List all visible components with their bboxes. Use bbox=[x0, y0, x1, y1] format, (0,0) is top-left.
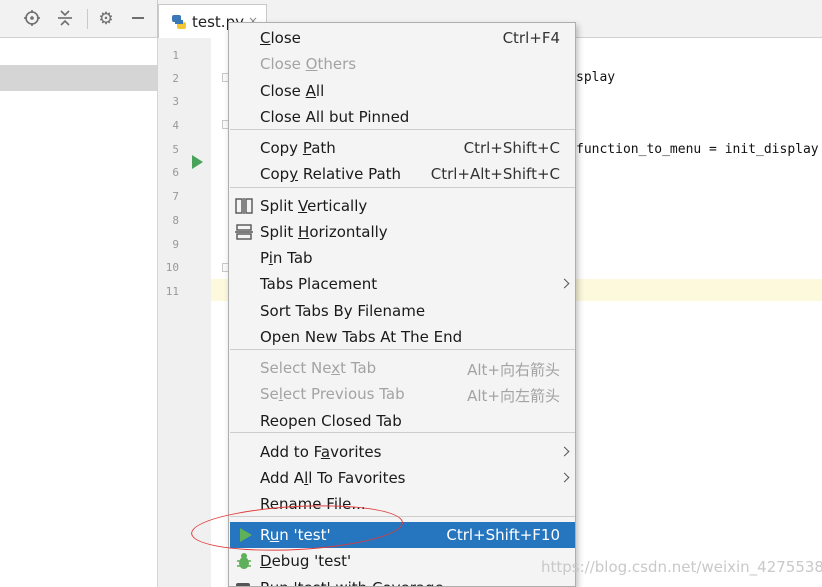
menu-item-run-test-with-coverage[interactable]: Run 'test' with Coverage bbox=[230, 575, 575, 586]
line-number: 2 bbox=[172, 72, 179, 85]
submenu-arrow-icon bbox=[559, 446, 570, 457]
menu-item-close[interactable]: Close Ctrl+F4 bbox=[230, 25, 575, 51]
menu-item-label: Run 'test' with Coverage bbox=[260, 579, 444, 586]
menu-separator bbox=[230, 187, 575, 188]
menu-item-select-next-tab[interactable]: Select Next Tab Alt+向右箭头 bbox=[230, 355, 575, 381]
menu-item-label: Open New Tabs At The End bbox=[260, 328, 463, 346]
menu-item-close-all[interactable]: Close All bbox=[230, 78, 575, 104]
menu-item-label: Copy Relative Path bbox=[260, 165, 402, 183]
menu-item-label: Select Previous Tab bbox=[260, 385, 405, 403]
menu-item-label: Split Horizontally bbox=[260, 223, 388, 241]
menu-item-shortcut: Ctrl+Shift+C bbox=[463, 139, 560, 157]
line-number: 1 bbox=[172, 49, 179, 62]
line-number: 5 bbox=[172, 143, 179, 156]
menu-item-split-horizontally[interactable]: Split Horizontally bbox=[230, 219, 575, 245]
debug-icon bbox=[237, 553, 251, 569]
line-number: 9 bbox=[172, 238, 179, 251]
menu-item-close-all-but-pinned[interactable]: Close All but Pinned bbox=[230, 104, 575, 130]
menu-item-label: Close bbox=[260, 29, 301, 47]
menu-item-shortcut: Alt+向右箭头 bbox=[467, 361, 560, 379]
menu-item-label: Close All but Pinned bbox=[260, 108, 410, 126]
menu-item-reopen-closed-tab[interactable]: Reopen Closed Tab bbox=[230, 408, 575, 434]
menu-item-close-others[interactable]: Close Others bbox=[230, 51, 575, 77]
collapse-icon[interactable] bbox=[55, 9, 75, 29]
menu-item-label: Split Vertically bbox=[260, 197, 368, 215]
menu-item-label: Pin Tab bbox=[260, 249, 313, 267]
code-line-2: splay bbox=[576, 70, 616, 85]
menu-item-label: Copy Path bbox=[260, 139, 336, 157]
submenu-arrow-icon bbox=[559, 278, 570, 289]
project-toolbar: ⚙ bbox=[0, 0, 157, 38]
python-file-icon bbox=[172, 15, 186, 29]
tab-context-menu: Close Ctrl+F4 Close Others Close All Close A… bbox=[228, 22, 576, 587]
menu-item-open-new-tabs-at-the-end[interactable]: Open New Tabs At The End bbox=[230, 324, 575, 350]
menu-item-label: Add All To Favorites bbox=[260, 469, 406, 487]
split-horizontal-icon bbox=[235, 224, 253, 240]
current-line-gutter bbox=[211, 279, 229, 301]
menu-item-split-vertically[interactable]: Split Vertically bbox=[230, 193, 575, 219]
line-number: 11 bbox=[165, 285, 179, 298]
locate-icon[interactable] bbox=[22, 9, 42, 29]
menu-item-pin-tab[interactable]: Pin Tab bbox=[230, 245, 575, 271]
line-number: 3 bbox=[172, 95, 179, 108]
coverage-icon bbox=[236, 583, 250, 586]
menu-item-copy-path[interactable]: Copy Path Ctrl+Shift+C bbox=[230, 135, 575, 161]
line-number: 4 bbox=[172, 119, 179, 132]
watermark: https://blog.csdn.net/weixin_42755384 bbox=[541, 558, 822, 576]
menu-item-label: Reopen Closed Tab bbox=[260, 412, 402, 430]
menu-item-copy-relative-path[interactable]: Copy Relative Path Ctrl+Alt+Shift+C bbox=[230, 161, 575, 187]
line-number: 8 bbox=[172, 214, 179, 227]
line-number: 7 bbox=[172, 190, 179, 203]
menu-item-select-previous-tab[interactable]: Select Previous Tab Alt+向左箭头 bbox=[230, 381, 575, 407]
menu-item-shortcut: Alt+向左箭头 bbox=[467, 387, 560, 405]
menu-item-label: Add to Favorites bbox=[260, 443, 382, 461]
code-line-5: function_to_menu = init_display bbox=[576, 142, 819, 157]
split-vertical-icon bbox=[235, 198, 253, 214]
menu-item-label: Close Others bbox=[260, 55, 357, 73]
line-number: 6 bbox=[172, 166, 179, 179]
menu-item-debug-test[interactable]: Debug 'test' bbox=[230, 548, 575, 574]
menu-item-sort-tabs-by-filename[interactable]: Sort Tabs By Filename bbox=[230, 298, 575, 324]
menu-item-shortcut: Ctrl+F4 bbox=[502, 29, 560, 47]
menu-item-label: Tabs Placement bbox=[260, 275, 378, 293]
minimize-icon[interactable] bbox=[128, 9, 148, 29]
menu-item-label: Sort Tabs By Filename bbox=[260, 302, 426, 320]
menu-item-label: Debug 'test' bbox=[260, 552, 352, 570]
line-number: 10 bbox=[165, 261, 179, 274]
menu-item-add-all-to-favorites[interactable]: Add All To Favorites bbox=[230, 465, 575, 491]
menu-item-add-to-favorites[interactable]: Add to Favorites bbox=[230, 439, 575, 465]
project-tree-selected-row[interactable] bbox=[0, 65, 157, 91]
menu-item-label: Select Next Tab bbox=[260, 359, 377, 377]
submenu-arrow-icon bbox=[559, 472, 570, 483]
menu-item-label: Close All bbox=[260, 82, 325, 100]
run-gutter-icon[interactable] bbox=[192, 155, 203, 169]
menu-item-shortcut: Ctrl+Shift+F10 bbox=[446, 526, 560, 544]
project-tree bbox=[0, 38, 157, 587]
gear-icon[interactable]: ⚙ bbox=[96, 9, 116, 29]
toolbar-divider bbox=[87, 9, 88, 29]
menu-item-shortcut: Ctrl+Alt+Shift+C bbox=[430, 165, 560, 183]
menu-item-tabs-placement[interactable]: Tabs Placement bbox=[230, 271, 575, 297]
